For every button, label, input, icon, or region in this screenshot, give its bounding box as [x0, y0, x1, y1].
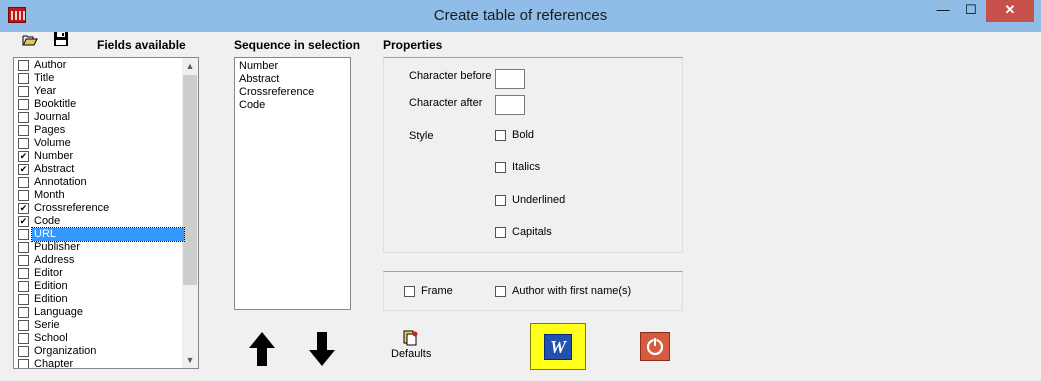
power-icon	[646, 337, 664, 356]
author-first-name-label: Author with first name(s)	[512, 285, 632, 297]
field-label: Booktitle	[34, 98, 77, 110]
field-label: Year	[34, 85, 57, 97]
field-label: Title	[34, 72, 55, 84]
bold-label: Bold	[512, 129, 535, 141]
checkbox-box[interactable]	[495, 162, 506, 173]
sequence-list-item[interactable]: Code	[239, 99, 265, 112]
floppy-save-icon[interactable]	[53, 31, 69, 46]
sequence-list-item[interactable]: Crossreference	[239, 86, 314, 99]
field-label: Edition	[34, 293, 68, 305]
checkbox-box[interactable]	[404, 286, 415, 297]
field-checkbox[interactable]	[18, 112, 29, 123]
arrow-down-icon	[309, 332, 335, 366]
field-checkbox[interactable]	[18, 307, 29, 318]
scroll-up-icon[interactable]: ▲	[182, 58, 198, 74]
field-checkbox[interactable]: ✔	[18, 216, 29, 227]
maximize-button[interactable]: ☐	[958, 0, 984, 22]
field-checkbox[interactable]	[18, 242, 29, 253]
field-label: Journal	[34, 111, 71, 123]
field-label: Month	[34, 189, 65, 201]
field-label: Serie	[34, 319, 60, 331]
field-label: URL	[31, 227, 185, 242]
char-before-input[interactable]	[495, 69, 525, 89]
field-checkbox[interactable]	[18, 125, 29, 136]
properties-group	[383, 57, 683, 253]
scrollbar-thumb[interactable]	[183, 75, 197, 285]
title-bar: Create table of references — ☐ ✕	[0, 0, 1041, 32]
field-checkbox[interactable]	[18, 60, 29, 71]
window-title: Create table of references	[433, 7, 608, 24]
field-label: Number	[34, 150, 74, 162]
sequence-list-item[interactable]: Number	[239, 60, 278, 73]
capitals-label: Capitals	[512, 226, 552, 238]
underlined-label: Underlined	[512, 194, 566, 206]
fields-scrollbar[interactable]: ▲ ▼	[182, 58, 198, 368]
sequence-list-item[interactable]: Abstract	[239, 73, 279, 86]
field-checkbox[interactable]	[18, 359, 29, 368]
checkbox-box[interactable]	[495, 195, 506, 206]
field-label: Volume	[34, 137, 71, 149]
char-before-label: Character before	[409, 70, 492, 82]
field-checkbox[interactable]	[18, 268, 29, 279]
field-checkbox[interactable]	[18, 333, 29, 344]
field-label: Editor	[34, 267, 63, 279]
defaults-button[interactable]: Defaults	[388, 330, 436, 364]
field-checkbox[interactable]: ✔	[18, 164, 29, 175]
field-checkbox[interactable]	[18, 73, 29, 84]
exit-button[interactable]	[640, 332, 670, 361]
move-up-button[interactable]	[247, 330, 277, 368]
char-after-input[interactable]	[495, 95, 525, 115]
checkbox-box[interactable]	[495, 286, 506, 297]
properties-heading: Properties	[383, 38, 443, 52]
italics-label: Italics	[512, 161, 541, 173]
move-down-button[interactable]	[307, 330, 337, 368]
field-checkbox[interactable]	[18, 86, 29, 97]
field-label: Organization	[34, 345, 97, 357]
field-checkbox[interactable]: ✔	[18, 151, 29, 162]
field-checkbox[interactable]	[18, 99, 29, 110]
field-checkbox[interactable]	[18, 346, 29, 357]
sequence-list[interactable]: Number Abstract Crossreference Code	[234, 57, 351, 310]
char-after-label: Character after	[409, 97, 483, 109]
field-label: Chapter	[34, 358, 74, 369]
defaults-icon	[402, 330, 418, 346]
field-checkbox[interactable]	[18, 229, 29, 240]
fields-available-list[interactable]: ▲ ▼ Author Title Year Booktitle Journal Pages…	[13, 57, 199, 369]
arrow-up-icon	[249, 332, 275, 366]
frame-label: Frame	[421, 285, 453, 297]
defaults-label: Defaults	[391, 348, 432, 360]
field-label: Crossreference	[34, 202, 110, 214]
field-label: Code	[34, 215, 61, 227]
style-label: Style	[409, 130, 434, 142]
fields-available-heading: Fields available	[97, 38, 186, 52]
field-label: Abstract	[34, 163, 75, 175]
field-label: School	[34, 332, 68, 344]
export-word-button[interactable]: W	[530, 323, 586, 370]
close-button[interactable]: ✕	[986, 0, 1034, 22]
field-checkbox[interactable]	[18, 177, 29, 188]
field-label: Annotation	[34, 176, 87, 188]
field-label: Language	[34, 306, 83, 318]
field-label: Edition	[34, 280, 68, 292]
field-checkbox[interactable]	[18, 294, 29, 305]
field-label: Address	[34, 254, 75, 266]
field-label: Author	[34, 59, 67, 71]
checkbox-box[interactable]	[495, 130, 506, 141]
field-checkbox[interactable]	[18, 138, 29, 149]
field-label: Publisher	[34, 241, 80, 253]
field-checkbox[interactable]	[18, 320, 29, 331]
word-icon: W	[544, 334, 572, 360]
field-checkbox[interactable]	[18, 255, 29, 266]
field-checkbox[interactable]	[18, 281, 29, 292]
field-checkbox[interactable]: ✔	[18, 203, 29, 214]
minimize-button[interactable]: —	[928, 0, 958, 22]
folder-open-icon[interactable]	[22, 33, 38, 47]
scroll-down-icon[interactable]: ▼	[182, 352, 198, 368]
checkbox-box[interactable]	[495, 227, 506, 238]
field-checkbox[interactable]	[18, 190, 29, 201]
field-label: Pages	[34, 124, 66, 136]
sequence-heading: Sequence in selection	[234, 38, 361, 52]
